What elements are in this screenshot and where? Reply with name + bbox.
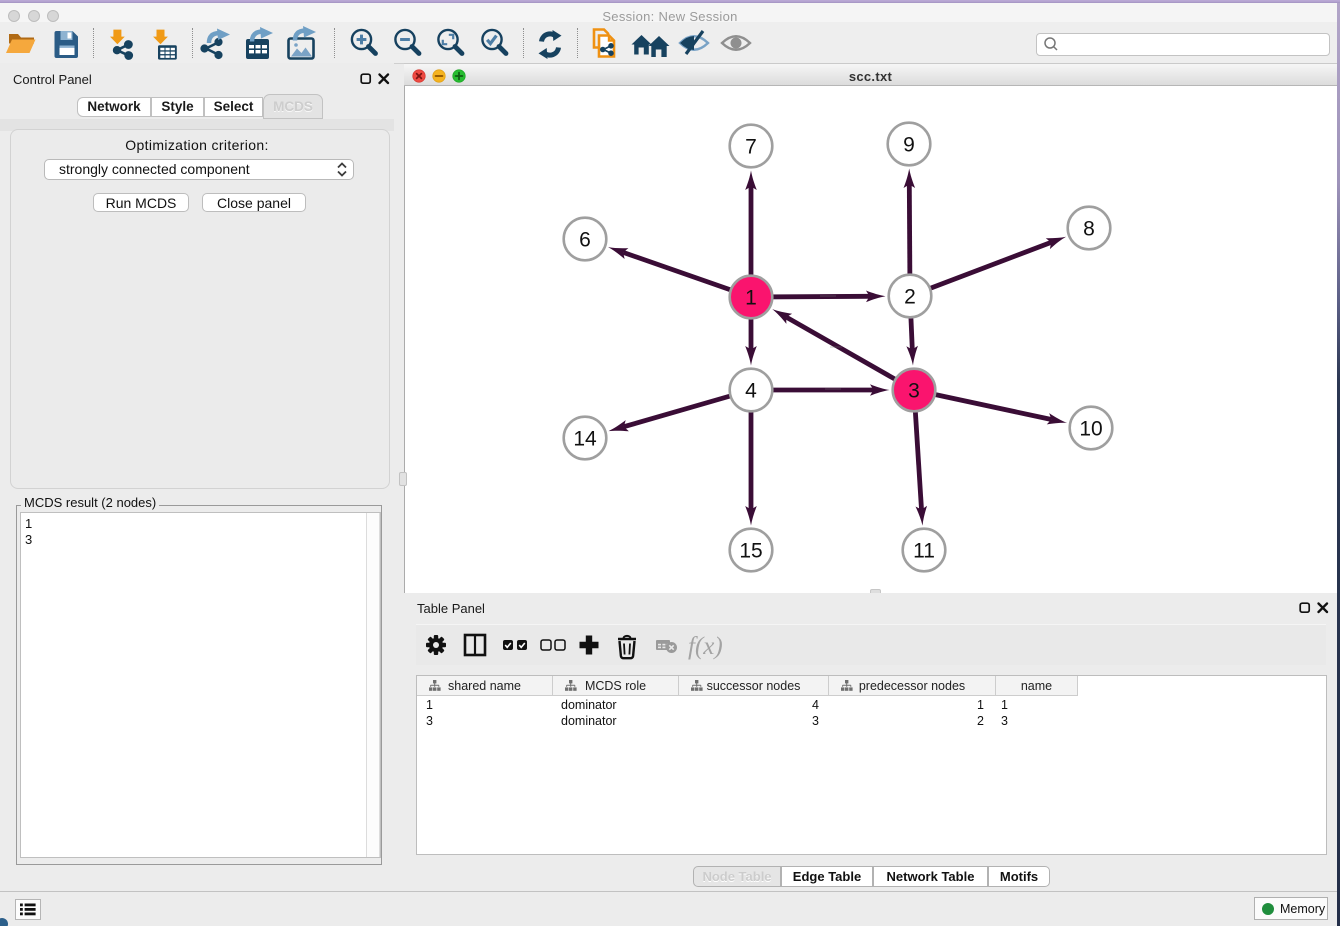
svg-text:3: 3 (908, 380, 920, 403)
svg-text:6: 6 (579, 229, 591, 252)
svg-text:10: 10 (1079, 418, 1102, 441)
svg-text:1: 1 (745, 287, 757, 310)
svg-text:9: 9 (903, 134, 915, 157)
svg-text:11: 11 (913, 540, 935, 563)
svg-text:8: 8 (1083, 218, 1095, 241)
svg-text:15: 15 (739, 540, 762, 563)
svg-text:f(x): f(x) (688, 633, 723, 660)
svg-text:2: 2 (904, 286, 916, 309)
svg-text:4: 4 (745, 380, 757, 403)
svg-text:14: 14 (573, 428, 597, 451)
svg-text:7: 7 (745, 136, 757, 159)
